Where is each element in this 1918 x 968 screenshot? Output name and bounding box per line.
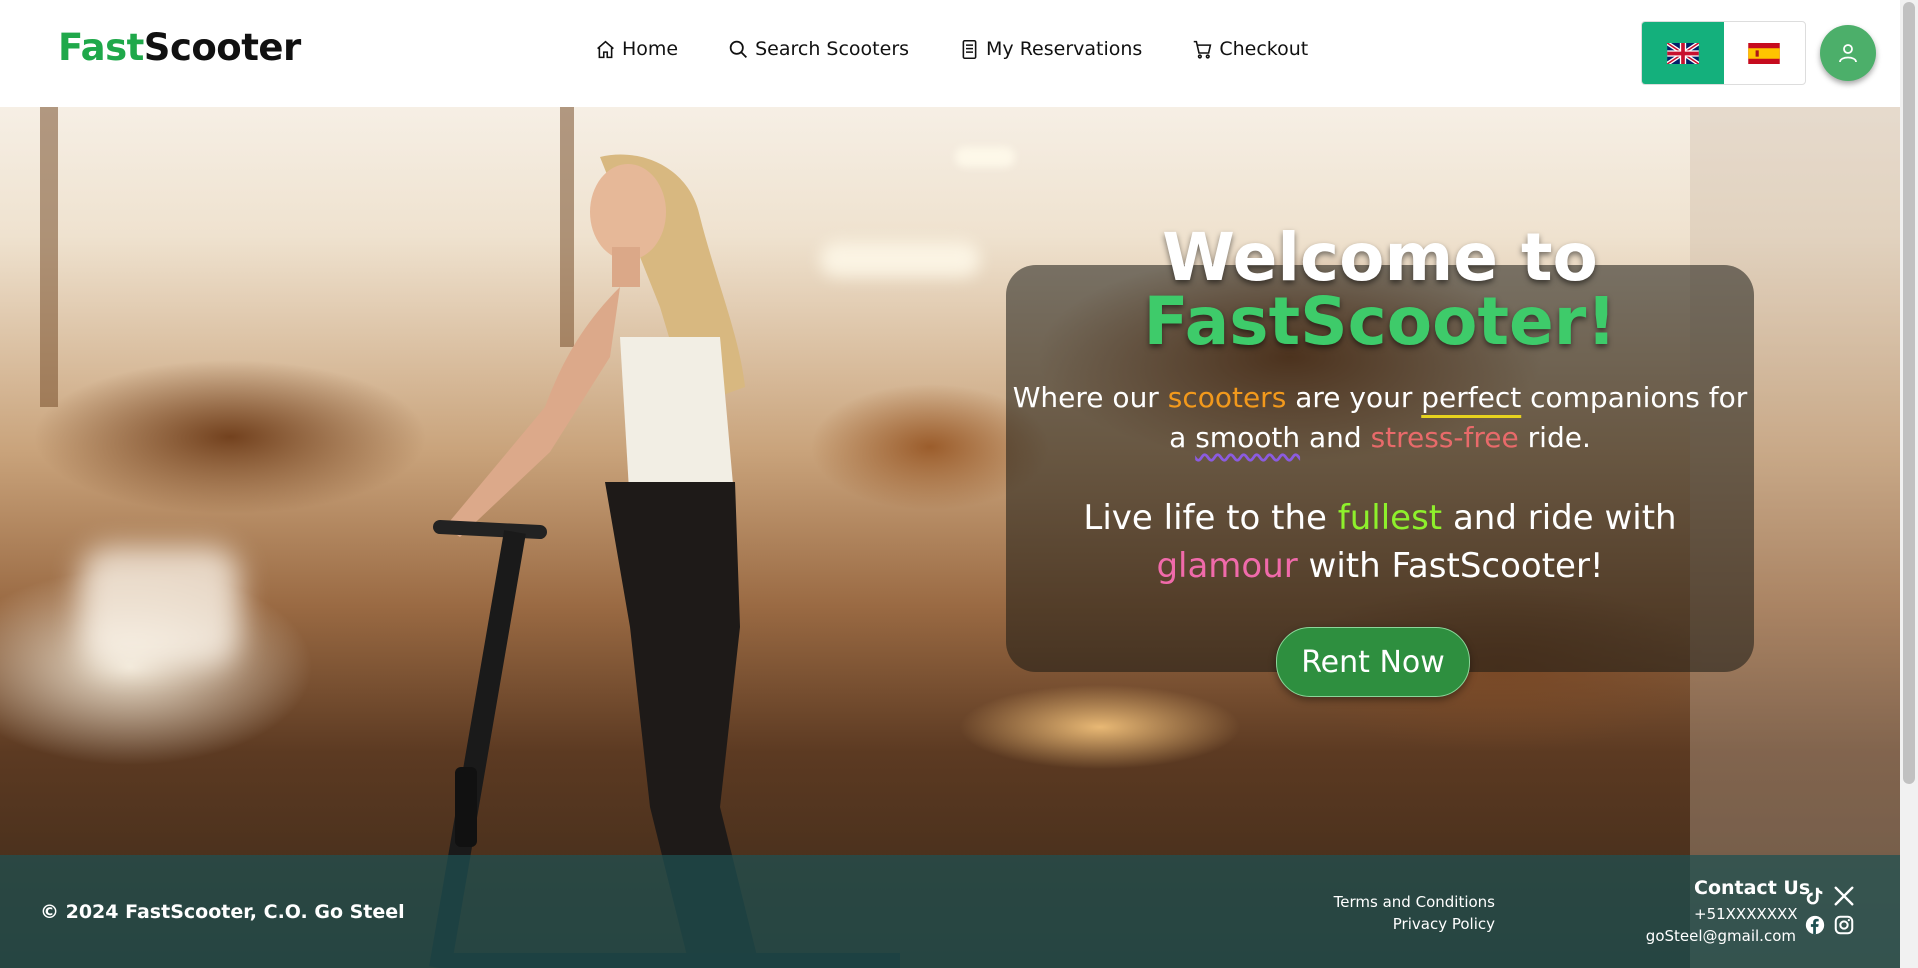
hero-motto: Live life to the fullest and ride with g…	[1006, 494, 1754, 590]
nav-home[interactable]: Home	[595, 38, 678, 60]
lang-spanish-button[interactable]	[1724, 22, 1806, 84]
copyright-text: © 2024 FastScooter, C.O. Go Steel	[40, 901, 405, 923]
rent-now-button[interactable]: Rent Now	[1276, 627, 1470, 697]
hero-title-line2: FastScooter!	[1143, 283, 1617, 360]
top-navbar: FastScooter Home Search Scooters My Rese…	[0, 0, 1900, 107]
footer-links: Terms and Conditions Privacy Policy	[1334, 891, 1495, 935]
brand-part-fast: Fast	[58, 26, 144, 69]
woman-scooter-photo	[429, 154, 900, 968]
motto-text: Live life to the	[1083, 498, 1338, 538]
contact-email[interactable]: goSteel@gmail.com	[1646, 927, 1796, 945]
hero-title-line1: Welcome to	[1162, 219, 1598, 296]
motto-glamour: glamour	[1156, 546, 1298, 586]
language-selector	[1641, 21, 1806, 85]
background-light	[820, 242, 980, 277]
motto-fullest: fullest	[1337, 498, 1443, 538]
motto-text: and ride with	[1442, 498, 1677, 538]
tagline-text: are your	[1286, 381, 1422, 414]
site-footer: © 2024 FastScooter, C.O. Go Steel Terms …	[0, 855, 1900, 968]
main-nav: Home Search Scooters My Reservations Che…	[595, 38, 1308, 60]
uk-flag-icon	[1666, 42, 1699, 64]
search-icon	[729, 40, 748, 58]
hero-tagline: Where our scooters are your perfect comp…	[1006, 378, 1754, 458]
instagram-icon[interactable]	[1833, 914, 1855, 936]
hero-title: Welcome to FastScooter!	[1006, 219, 1754, 360]
tagline-scooters: scooters	[1167, 381, 1287, 414]
tagline-stress-free: stress-free	[1370, 421, 1519, 454]
nav-search-label: Search Scooters	[755, 38, 910, 60]
cart-icon	[1194, 40, 1212, 59]
contact-title: Contact Us	[1694, 877, 1811, 899]
spain-flag-icon	[1748, 42, 1780, 64]
nav-checkout[interactable]: Checkout	[1192, 38, 1308, 60]
document-icon	[962, 39, 977, 59]
home-icon	[597, 40, 614, 58]
brand-logo[interactable]: FastScooter	[58, 26, 301, 69]
contact-phone: +51XXXXXXX	[1694, 905, 1798, 923]
scrollbar-thumb[interactable]	[1903, 2, 1915, 784]
brand-part-scooter: Scooter	[143, 26, 301, 69]
tagline-perfect: perfect	[1421, 381, 1522, 414]
tiktok-icon[interactable]	[1804, 885, 1826, 907]
privacy-link[interactable]: Privacy Policy	[1334, 913, 1495, 935]
nav-my-reservations[interactable]: My Reservations	[959, 38, 1142, 60]
tagline-text: and	[1300, 421, 1371, 454]
user-profile-button[interactable]	[1820, 25, 1876, 81]
motto-text: with FastScooter!	[1297, 546, 1604, 586]
tagline-smooth: smooth	[1195, 421, 1301, 454]
nav-reservations-label: My Reservations	[986, 38, 1143, 60]
page-scrollbar[interactable]	[1900, 0, 1918, 968]
user-icon	[1839, 44, 1857, 63]
nav-home-label: Home	[622, 38, 679, 60]
tagline-text: ride.	[1518, 421, 1591, 454]
tagline-text: Where our	[1012, 381, 1168, 414]
background-light	[955, 147, 1015, 167]
background-light	[80, 547, 240, 667]
terms-link[interactable]: Terms and Conditions	[1334, 891, 1495, 913]
facebook-icon[interactable]	[1804, 914, 1826, 936]
lang-english-button[interactable]	[1642, 22, 1724, 84]
nav-checkout-label: Checkout	[1219, 38, 1309, 60]
x-icon[interactable]	[1833, 885, 1855, 907]
nav-search-scooters[interactable]: Search Scooters	[728, 38, 909, 60]
